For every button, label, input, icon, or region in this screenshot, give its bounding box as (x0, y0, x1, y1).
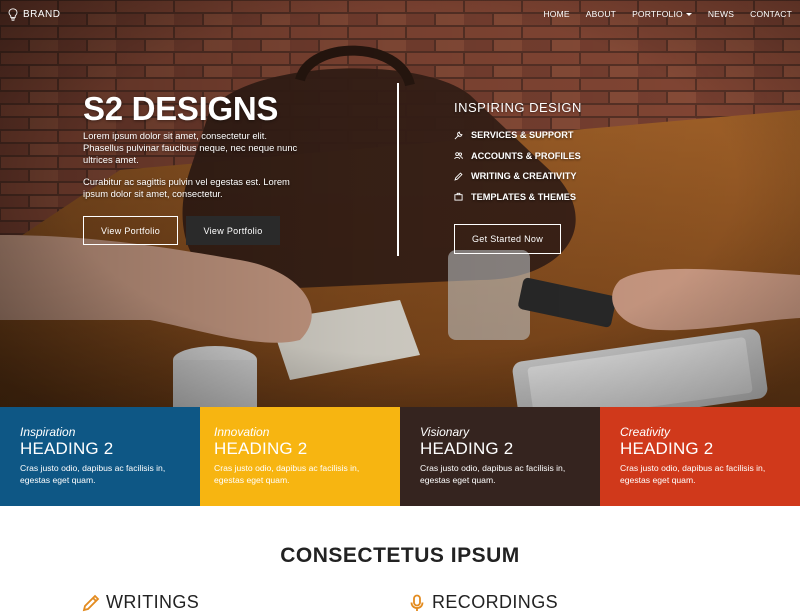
list-item: TEMPLATES & THEMES (454, 187, 582, 208)
service-label: TEMPLATES & THEMES (471, 191, 576, 202)
writings-heading: WRITINGS (82, 592, 199, 613)
feature-card-visionary: Visionary HEADING 2 Cras justo odio, dap… (400, 407, 600, 506)
feature-card-creativity: Creativity HEADING 2 Cras justo odio, da… (600, 407, 800, 506)
service-label: SERVICES & SUPPORT (471, 130, 574, 141)
feature-heading: HEADING 2 (214, 439, 308, 458)
caret-down-icon (685, 12, 692, 16)
services-list: SERVICES & SUPPORT ACCOUNTS & PROFILES W… (454, 125, 582, 207)
content-section: CONSECTETUS IPSUM WRITINGS RECORDINGS (0, 506, 800, 612)
recordings-label: RECORDINGS (432, 592, 559, 612)
nav-item-about[interactable]: ABOUT (578, 9, 624, 19)
hero-overlay (0, 0, 800, 407)
nav-label: NEWS (707, 9, 735, 19)
hero-title: S2 DESIGNS (83, 90, 279, 127)
feature-kicker: Creativity (620, 425, 671, 439)
service-label: ACCOUNTS & PROFILES (471, 150, 581, 161)
feature-kicker: Innovation (214, 425, 270, 439)
hero-paragraph: Lorem ipsum dolor sit amet, consectetur … (83, 130, 298, 165)
brand[interactable]: BRAND (8, 7, 61, 21)
nav-item-news[interactable]: NEWS (700, 9, 742, 19)
nav-label: ABOUT (585, 9, 617, 19)
feature-card-inspiration: Inspiration HEADING 2 Cras justo odio, d… (0, 407, 200, 506)
hero-intro: S2 DESIGNS Lorem ipsum dolor sit amet, c… (83, 92, 298, 200)
nav-label: HOME (543, 9, 570, 19)
recordings-heading: RECORDINGS (408, 592, 558, 613)
nav-item-home[interactable]: HOME (535, 9, 577, 19)
pencil-icon (454, 172, 463, 181)
feature-strip: Inspiration HEADING 2 Cras justo odio, d… (0, 407, 800, 506)
nav-menu: HOME ABOUT PORTFOLIO NEWS CONTACT (535, 9, 792, 19)
nav-item-contact[interactable]: CONTACT (742, 9, 792, 19)
nav-label: CONTACT (750, 9, 792, 19)
feature-kicker: Inspiration (20, 425, 76, 439)
service-label: WRITING & CREATIVITY (471, 171, 577, 182)
users-icon (454, 152, 463, 160)
feature-card-innovation: Innovation HEADING 2 Cras justo odio, da… (200, 407, 400, 506)
briefcase-icon (454, 193, 463, 201)
microphone-icon (410, 594, 424, 611)
vertical-divider (397, 83, 399, 256)
lightbulb-icon (8, 7, 18, 21)
section-title: CONSECTETUS IPSUM (280, 544, 520, 567)
feature-heading: HEADING 2 (420, 439, 514, 458)
list-item: WRITING & CREATIVITY (454, 166, 582, 187)
navbar: BRAND HOME ABOUT PORTFOLIO NEWS CONTACT (0, 0, 800, 28)
services-panel: INSPIRING DESIGN SERVICES & SUPPORT ACCO… (454, 100, 582, 207)
writings-label: WRITINGS (106, 592, 200, 612)
nav-item-portfolio[interactable]: PORTFOLIO (624, 9, 700, 19)
wrench-icon (454, 131, 463, 140)
hero-buttons: View Portfolio View Portfolio (83, 216, 280, 245)
feature-heading: HEADING 2 (20, 439, 114, 458)
feature-kicker: Visionary (420, 425, 470, 439)
hero-paragraph: Curabitur ac sagittis pulvin vel egestas… (83, 176, 290, 199)
services-title: INSPIRING DESIGN (454, 100, 582, 115)
list-item: SERVICES & SUPPORT (454, 125, 582, 146)
list-item: ACCOUNTS & PROFILES (454, 146, 582, 167)
feature-text: Cras justo odio, dapibus ac facilisis in… (420, 463, 566, 485)
nav-label: PORTFOLIO (632, 9, 683, 19)
feature-heading: HEADING 2 (620, 439, 714, 458)
get-started-button[interactable]: Get Started Now (454, 224, 561, 254)
view-portfolio-button-dark[interactable]: View Portfolio (186, 216, 280, 245)
pen-icon (82, 594, 100, 611)
feature-text: Cras justo odio, dapibus ac facilisis in… (20, 463, 166, 485)
hero-section: BRAND HOME ABOUT PORTFOLIO NEWS CONTACT … (0, 0, 800, 407)
brand-label: BRAND (23, 8, 61, 20)
feature-text: Cras justo odio, dapibus ac facilisis in… (214, 463, 360, 485)
feature-text: Cras justo odio, dapibus ac facilisis in… (620, 463, 766, 485)
view-portfolio-button[interactable]: View Portfolio (83, 216, 178, 245)
